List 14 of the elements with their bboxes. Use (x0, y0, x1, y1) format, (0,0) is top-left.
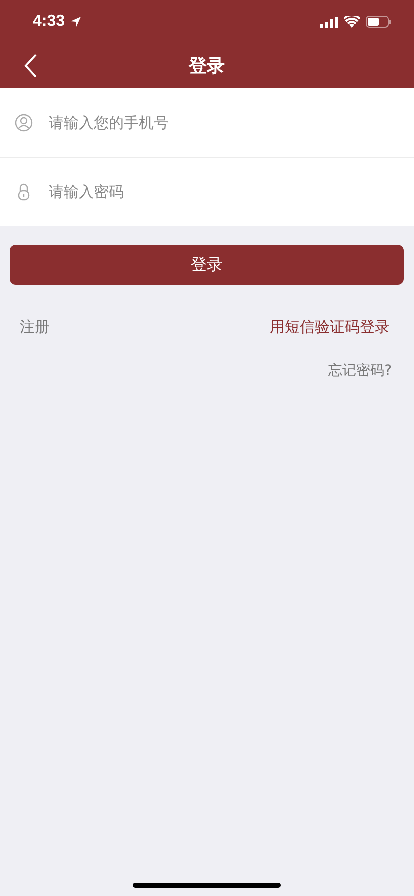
login-button[interactable]: 登录 (10, 245, 404, 285)
password-field[interactable]: 请输入密码 (49, 183, 349, 201)
back-icon[interactable] (24, 54, 38, 78)
register-link[interactable]: 注册 (20, 318, 50, 337)
forgot-password-link[interactable]: 忘记密码? (328, 362, 392, 380)
wifi-icon (344, 16, 360, 28)
sms-login-link[interactable]: 用短信验证码登录 (270, 318, 390, 337)
nav-title: 登录 (189, 55, 225, 78)
phone-field[interactable]: 请输入您的手机号 (49, 114, 349, 132)
status-time: 4:33 (33, 13, 66, 31)
user-icon (15, 114, 33, 132)
signal-icon (320, 16, 338, 28)
battery-icon (366, 16, 392, 28)
location-arrow-icon (70, 16, 82, 28)
